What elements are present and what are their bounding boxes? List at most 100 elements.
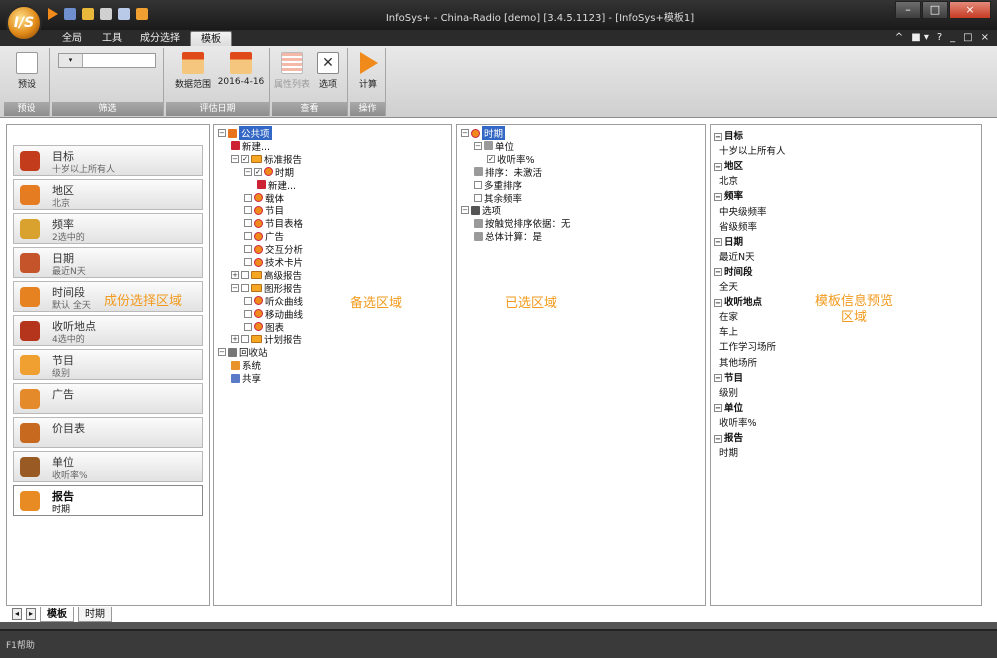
minimize-button[interactable]: – (895, 1, 921, 19)
tree-node[interactable]: 新建... (231, 140, 270, 153)
calculate-button[interactable]: 计算 (354, 52, 382, 90)
checkbox[interactable]: ✓ (254, 167, 262, 176)
tree-node[interactable]: 新建... (257, 179, 296, 192)
collapse-icon[interactable]: − (461, 129, 469, 137)
checkbox[interactable]: ✓ (487, 154, 495, 163)
preview-section-heading[interactable]: − 频率 (714, 188, 743, 202)
tab-tools[interactable]: 工具 (92, 31, 132, 46)
filter-combo[interactable]: ▾ (58, 53, 156, 68)
checkbox[interactable] (244, 245, 252, 254)
collapse-icon[interactable]: − (231, 283, 239, 292)
checkbox[interactable] (244, 296, 252, 305)
open-icon[interactable] (82, 8, 94, 20)
close-button[interactable]: × (949, 1, 991, 19)
preview-section-heading[interactable]: − 节目 (714, 370, 743, 384)
preview-section-heading[interactable]: − 地区 (714, 158, 743, 172)
tree-node[interactable]: 广告 (244, 230, 284, 243)
data-range-button[interactable]: 数据范围 (170, 52, 216, 90)
tab-template[interactable]: 模板 (190, 31, 232, 46)
bottom-tab-period[interactable]: 时期 (78, 606, 112, 622)
options-button[interactable]: ✕ 选项 (312, 52, 344, 90)
checkbox[interactable] (241, 270, 249, 279)
nav-item-10[interactable]: 报告 时期 (13, 485, 203, 516)
tab-component-select[interactable]: 成分选择 (130, 31, 190, 46)
preset-button[interactable]: 预设 (14, 52, 40, 90)
collapse-icon[interactable]: − (714, 374, 722, 383)
doc-minimize-icon[interactable]: _ (950, 32, 955, 43)
collapse-icon[interactable]: − (218, 129, 226, 137)
preview-section-heading[interactable]: − 单位 (714, 400, 743, 414)
copy-icon[interactable] (118, 8, 130, 20)
collapse-icon[interactable]: − (714, 162, 722, 171)
checkbox[interactable] (244, 193, 252, 202)
tab-scroll-left-icon[interactable]: ◂ (12, 608, 22, 620)
play-icon[interactable] (48, 8, 58, 20)
checkbox[interactable] (244, 309, 252, 318)
expand-icon[interactable]: + (231, 270, 239, 279)
checkbox[interactable] (474, 193, 482, 202)
tree-node[interactable]: 排序：未激活 (474, 166, 542, 179)
collapse-icon[interactable]: − (218, 348, 226, 357)
nav-item-0[interactable]: 目标 十岁以上所有人 (13, 145, 203, 176)
nav-item-3[interactable]: 日期 最近N天 (13, 247, 203, 278)
expand-icon[interactable]: + (231, 335, 239, 344)
collapse-icon[interactable]: − (714, 298, 722, 307)
tree-node[interactable]: 图表 (244, 321, 284, 334)
tab-scroll-right-icon[interactable]: ▸ (26, 608, 36, 620)
app-logo-button[interactable]: I/S (6, 5, 42, 41)
save-icon[interactable] (64, 8, 76, 20)
collapse-icon[interactable]: − (714, 132, 722, 141)
property-list-button[interactable]: 属性列表 (274, 52, 310, 90)
collapse-ribbon-icon[interactable]: ^ (895, 32, 903, 43)
nav-item-9[interactable]: 单位 收听率% (13, 451, 203, 482)
collapse-icon[interactable]: − (474, 141, 482, 150)
collapse-icon[interactable]: − (244, 167, 252, 176)
tree-node[interactable]: − 公共项 (218, 126, 272, 140)
tree-node[interactable]: ✓ 收听率% (487, 153, 535, 166)
doc-close-icon[interactable]: × (981, 32, 989, 43)
preview-section-heading[interactable]: − 日期 (714, 234, 743, 248)
nav-item-2[interactable]: 频率 2选中的 (13, 213, 203, 244)
tree-node[interactable]: 系统 (231, 359, 261, 372)
tree-node[interactable]: − 单位 (474, 140, 514, 153)
tree-node[interactable]: 多重排序 (474, 179, 522, 192)
tree-node[interactable]: 移动曲线 (244, 308, 303, 321)
preview-section-heading[interactable]: − 报告 (714, 430, 743, 444)
checkbox[interactable] (241, 283, 249, 292)
collapse-icon[interactable]: − (714, 192, 722, 201)
checkbox[interactable] (244, 258, 252, 266)
tree-node[interactable]: 按触觉排序依据：无 (474, 217, 571, 230)
tree-node[interactable]: − 选项 (461, 204, 501, 217)
nav-item-8[interactable]: 价目表 (13, 417, 203, 448)
checkbox[interactable] (474, 180, 482, 189)
collapse-icon[interactable]: − (231, 154, 239, 163)
checkbox[interactable] (241, 335, 249, 344)
help-icon[interactable]: ? (937, 32, 942, 43)
preview-section-heading[interactable]: − 时间段 (714, 264, 753, 278)
tree-node[interactable]: + 计划报告 (231, 333, 302, 346)
checkbox[interactable] (244, 219, 252, 228)
tree-node[interactable]: 共享 (231, 372, 261, 385)
preview-section-heading[interactable]: − 收听地点 (714, 294, 762, 308)
tree-node[interactable]: 技术卡片 (244, 256, 303, 269)
tree-node[interactable]: 交互分析 (244, 243, 303, 256)
tree-node[interactable]: − 回收站 (218, 346, 268, 359)
doc-restore-icon[interactable]: □ (963, 32, 972, 43)
tree-node[interactable]: − ✓ 标准报告 (231, 153, 302, 166)
tree-node[interactable]: 节目 (244, 204, 284, 217)
tree-node[interactable]: 节目表格 (244, 217, 303, 230)
nav-item-6[interactable]: 节目 级别 (13, 349, 203, 380)
filter-dropdown-icon[interactable]: ▾ (59, 54, 83, 67)
chart-icon[interactable] (136, 8, 148, 20)
collapse-icon[interactable]: − (714, 268, 722, 277)
collapse-icon[interactable]: − (714, 404, 722, 413)
checkbox[interactable] (244, 206, 252, 215)
tree-node[interactable]: − 图形报告 (231, 282, 302, 295)
tree-node[interactable]: − 时期 (461, 126, 506, 140)
date-button[interactable]: 2016-4-16 (216, 52, 266, 87)
tree-node[interactable]: 其余频率 (474, 192, 522, 205)
checkbox[interactable] (244, 322, 252, 331)
tree-node[interactable]: − ✓ 时期 (244, 166, 294, 179)
nav-item-1[interactable]: 地区 北京 (13, 179, 203, 210)
nav-item-5[interactable]: 收听地点 4选中的 (13, 315, 203, 346)
